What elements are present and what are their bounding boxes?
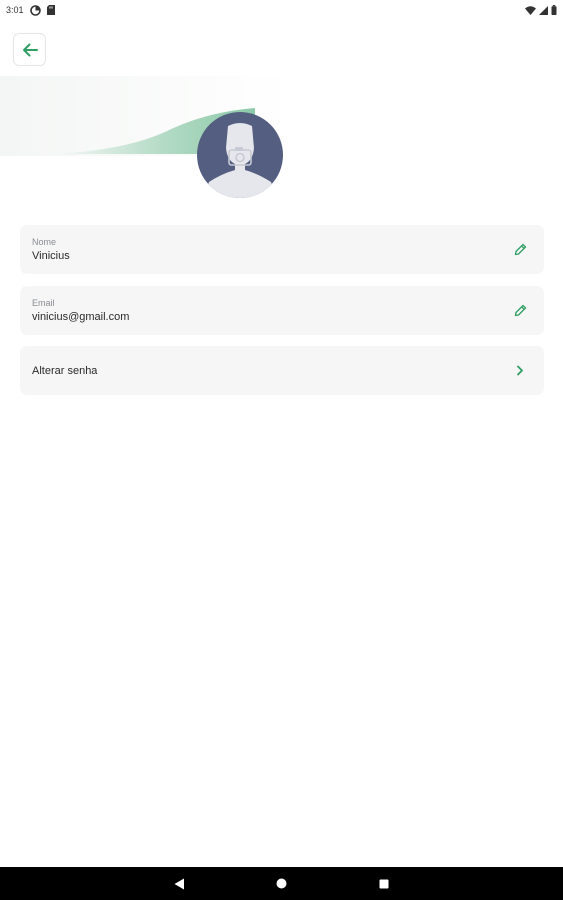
status-time: 3:01	[6, 5, 24, 15]
avatar[interactable]	[197, 112, 283, 198]
nav-home-button[interactable]	[270, 872, 294, 896]
square-recents-icon	[379, 879, 388, 888]
battery-icon	[551, 5, 557, 15]
edit-name-button[interactable]	[510, 240, 530, 260]
nav-back-button[interactable]	[168, 872, 192, 896]
status-left: 3:01	[6, 4, 55, 16]
sync-icon	[29, 4, 41, 16]
change-password-button[interactable]: Alterar senha	[20, 346, 544, 395]
sd-card-icon	[46, 5, 55, 15]
name-value: Vinicius	[32, 250, 70, 262]
wifi-icon	[525, 5, 536, 15]
edit-email-button[interactable]	[510, 301, 530, 321]
name-card: Nome Vinicius	[20, 225, 544, 274]
circle-home-icon	[276, 878, 287, 889]
status-bar: 3:01	[0, 0, 563, 20]
email-label: Email	[32, 298, 55, 308]
email-field: Email vinicius@gmail.com	[32, 298, 129, 323]
change-password-label: Alterar senha	[32, 364, 98, 377]
system-navigation-bar	[0, 867, 563, 900]
name-field: Nome Vinicius	[32, 237, 70, 262]
user-silhouette-icon	[203, 123, 277, 198]
arrow-left-icon	[22, 43, 38, 56]
email-card: Email vinicius@gmail.com	[20, 286, 544, 335]
status-right	[525, 5, 557, 15]
pencil-icon	[514, 243, 526, 256]
email-value: vinicius@gmail.com	[32, 311, 130, 323]
signal-icon	[539, 5, 548, 15]
back-button[interactable]	[13, 33, 46, 66]
chevron-right-icon	[510, 361, 530, 381]
pencil-icon	[514, 304, 526, 317]
triangle-back-icon	[174, 878, 184, 889]
nav-recents-button[interactable]	[372, 872, 396, 896]
name-label: Nome	[32, 237, 57, 247]
